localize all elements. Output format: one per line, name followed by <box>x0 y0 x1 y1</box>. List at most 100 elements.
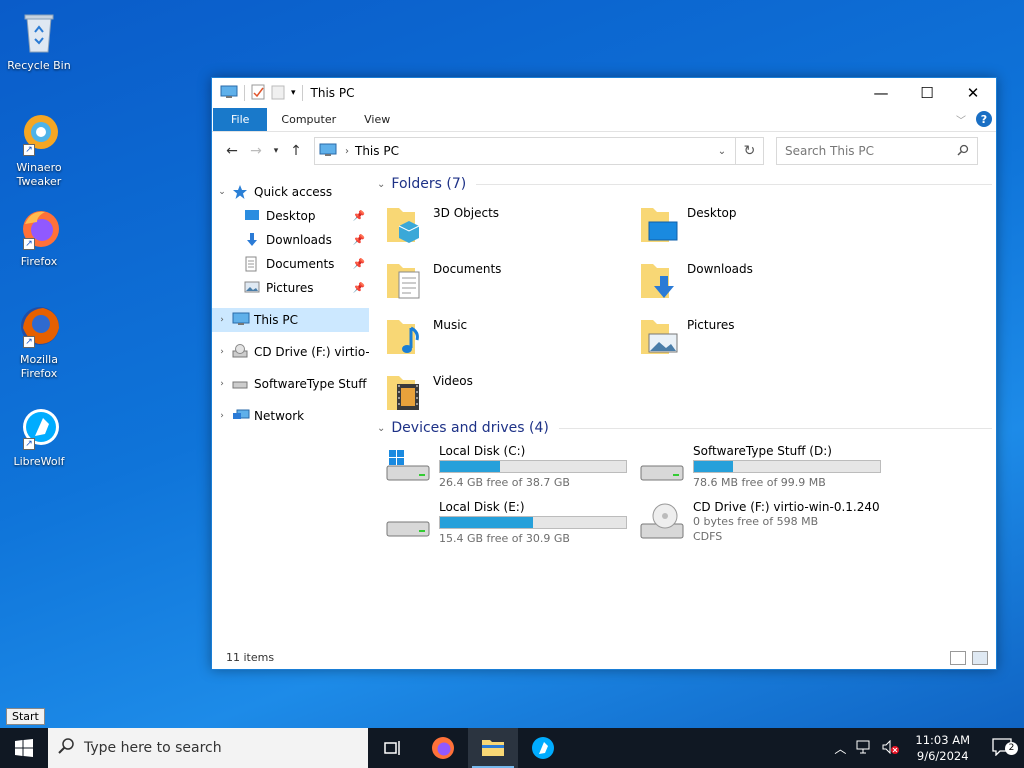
librewolf-icon: ↗ <box>15 404 63 452</box>
desktop-icon-recycle-bin[interactable]: Recycle Bin <box>4 8 74 73</box>
3d-objects-folder-icon <box>385 202 425 246</box>
pin-icon[interactable]: 📌 <box>353 259 365 270</box>
expand-arrow-icon[interactable]: › <box>212 411 232 421</box>
taskbar-librewolf[interactable] <box>518 728 568 768</box>
collapse-arrow-icon[interactable]: ⌄ <box>377 179 385 190</box>
folders-group-header[interactable]: ⌄ Folders (7) <box>377 172 996 196</box>
up-button[interactable]: ↑ <box>284 143 308 159</box>
drive-e[interactable]: Local Disk (E:) 15.4 GB free of 30.9 GB <box>377 496 631 552</box>
drive-c[interactable]: Local Disk (C:) 26.4 GB free of 38.7 GB <box>377 440 631 496</box>
network-tray-icon[interactable] <box>851 740 877 757</box>
clock[interactable]: 11:03 AM 9/6/2024 <box>905 732 980 764</box>
nav-documents[interactable]: Documents 📌 <box>212 252 369 276</box>
forward-button[interactable]: → <box>244 143 268 159</box>
desktop-icon-mozilla-firefox[interactable]: ↗ Mozilla Firefox <box>4 302 74 381</box>
customize-toolbar-icon[interactable]: ▾ <box>291 88 296 98</box>
desktop-folder-icon <box>244 208 262 224</box>
nav-software-drive[interactable]: › SoftwareType Stuff (D <box>212 372 369 396</box>
folder-pictures[interactable]: Pictures <box>631 308 885 364</box>
collapse-arrow-icon[interactable]: ⌄ <box>212 187 232 197</box>
librewolf-icon <box>532 737 554 759</box>
nav-quick-access[interactable]: ⌄ Quick access <box>212 180 369 204</box>
downloads-folder-icon <box>639 258 679 302</box>
recent-locations-button[interactable]: ▾ <box>268 146 284 156</box>
folder-desktop[interactable]: Desktop <box>631 196 885 252</box>
details-view-icon[interactable] <box>950 651 966 665</box>
large-icons-view-icon[interactable] <box>972 651 988 665</box>
search-icon <box>58 738 74 758</box>
title-bar[interactable]: ▾ This PC — ☐ ✕ <box>212 78 996 108</box>
desktop-icon-winaero-tweaker[interactable]: ↗ Winaero Tweaker <box>4 110 74 189</box>
expand-arrow-icon[interactable]: › <box>212 315 232 325</box>
folder-downloads[interactable]: Downloads <box>631 252 885 308</box>
taskbar-file-explorer[interactable] <box>468 728 518 768</box>
firefox-icon: ↗ <box>15 204 63 252</box>
pin-icon[interactable]: 📌 <box>353 211 365 222</box>
drive-icon <box>639 444 685 490</box>
status-bar: 11 items <box>212 645 996 669</box>
search-input[interactable]: Search This PC <box>776 137 978 165</box>
tab-file[interactable]: File <box>213 108 268 131</box>
folder-3d-objects[interactable]: 3D Objects <box>377 196 631 252</box>
drive-d[interactable]: SoftwareType Stuff (D:) 78.6 MB free of … <box>631 440 885 496</box>
help-icon[interactable]: ? <box>976 111 992 127</box>
tab-computer[interactable]: Computer <box>267 108 350 131</box>
folder-videos[interactable]: Videos <box>377 364 631 420</box>
star-icon <box>232 184 250 200</box>
shortcut-arrow-icon: ↗ <box>23 336 35 348</box>
show-hidden-icons-icon[interactable]: ︿ <box>829 740 851 757</box>
item-count: 11 items <box>226 650 275 664</box>
expand-ribbon-icon[interactable]: ﹀ <box>956 112 966 127</box>
nav-desktop[interactable]: Desktop 📌 <box>212 204 369 228</box>
mozilla-firefox-icon: ↗ <box>15 302 63 350</box>
nav-cd-drive[interactable]: › CD Drive (F:) virtio-w <box>212 340 369 364</box>
address-dropdown-icon[interactable]: ⌄ <box>709 138 735 164</box>
nav-downloads[interactable]: Downloads 📌 <box>212 228 369 252</box>
expand-arrow-icon[interactable]: › <box>212 379 232 389</box>
folder-music[interactable]: Music <box>377 308 631 364</box>
quick-access-toolbar: ▾ <box>212 84 303 103</box>
system-tray: ︿ 11:03 AM 9/6/2024 2 <box>829 728 1024 768</box>
usage-bar <box>693 460 881 473</box>
taskbar-search-input[interactable]: Type here to search <box>48 728 368 768</box>
desktop-icon-librewolf[interactable]: ↗ LibreWolf <box>4 404 74 469</box>
address-bar[interactable]: › This PC ⌄ <box>314 137 736 165</box>
new-folder-icon[interactable] <box>271 84 285 103</box>
breadcrumb-this-pc[interactable]: This PC <box>355 144 399 158</box>
task-view-icon <box>384 741 400 755</box>
documents-folder-icon <box>244 256 262 272</box>
start-tooltip: Start <box>6 708 45 725</box>
volume-muted-icon[interactable] <box>877 739 905 757</box>
expand-arrow-icon[interactable]: › <box>212 347 232 357</box>
pin-icon[interactable]: 📌 <box>353 235 365 246</box>
drive-f-cd[interactable]: CD Drive (F:) virtio-win-0.1.240 0 bytes… <box>631 496 885 552</box>
recycle-bin-icon <box>15 8 63 56</box>
nav-network[interactable]: › Network <box>212 404 369 428</box>
back-button[interactable]: ← <box>220 143 244 159</box>
file-explorer-window[interactable]: ▾ This PC — ☐ ✕ File Computer View ﹀ ? ←… <box>211 77 997 670</box>
videos-folder-icon <box>385 370 425 414</box>
pictures-folder-icon <box>244 280 262 296</box>
folder-documents[interactable]: Documents <box>377 252 631 308</box>
desktop-icon-firefox[interactable]: ↗ Firefox <box>4 204 74 269</box>
breadcrumb-chevron-icon[interactable]: › <box>345 146 349 157</box>
downloads-folder-icon <box>244 232 262 248</box>
maximize-button[interactable]: ☐ <box>904 78 950 108</box>
properties-icon[interactable] <box>251 84 265 103</box>
cd-drive-icon <box>639 500 685 546</box>
minimize-button[interactable]: — <box>858 78 904 108</box>
tab-view[interactable]: View <box>350 108 404 131</box>
refresh-button[interactable]: ↻ <box>736 137 764 165</box>
collapse-arrow-icon[interactable]: ⌄ <box>377 423 385 434</box>
task-view-button[interactable] <box>368 728 418 768</box>
close-button[interactable]: ✕ <box>950 78 996 108</box>
this-pc-icon <box>232 312 250 328</box>
nav-pictures[interactable]: Pictures 📌 <box>212 276 369 300</box>
action-center-button[interactable]: 2 <box>980 737 1024 759</box>
drives-group-header[interactable]: ⌄ Devices and drives (4) <box>377 416 996 440</box>
windows-drive-icon <box>385 444 431 490</box>
nav-this-pc[interactable]: › This PC <box>212 308 369 332</box>
pin-icon[interactable]: 📌 <box>353 283 365 294</box>
start-button[interactable] <box>0 728 48 768</box>
taskbar-firefox[interactable] <box>418 728 468 768</box>
